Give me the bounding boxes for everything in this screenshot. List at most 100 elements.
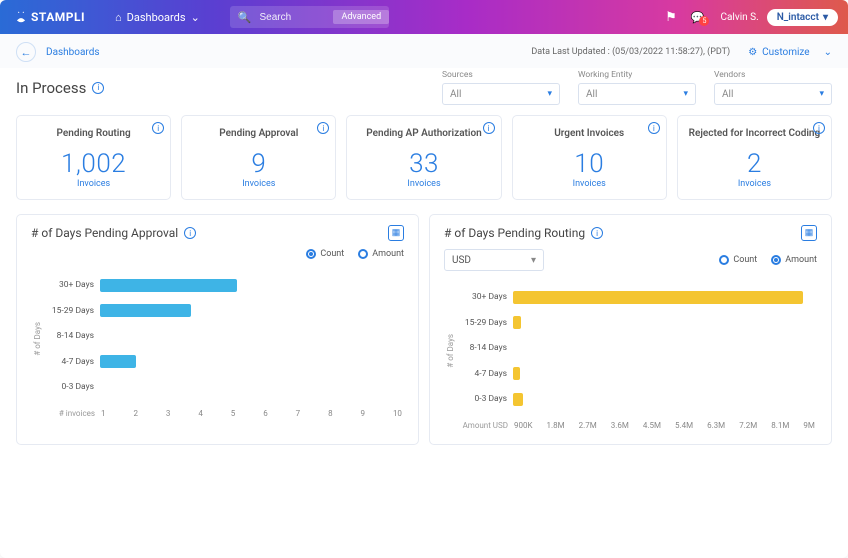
search-container: 🔍 Advanced (230, 6, 389, 28)
stat-card-value: 9 (190, 149, 327, 179)
chart-category-label: 15-29 Days (42, 306, 94, 316)
chart-bar-track (100, 279, 404, 292)
radio-count[interactable]: Count (306, 249, 344, 259)
chart-row: 4-7 Days (455, 364, 817, 384)
radio-icon (719, 255, 729, 265)
filter-sources-select[interactable]: All ▾ (442, 83, 560, 105)
chart-category-label: 4-7 Days (42, 357, 94, 367)
filter-vendors-select[interactable]: All ▾ (714, 83, 832, 105)
chart-bar[interactable] (513, 367, 520, 380)
message-badge: 5 (699, 16, 709, 26)
x-tick: 5.4M (675, 421, 693, 430)
chart-x-axis: Amount USD900K1.8M2.7M3.6M4.5M5.4M6.3M7.… (444, 421, 817, 430)
info-icon[interactable]: i (483, 122, 495, 134)
user-name[interactable]: Calvin S. (720, 12, 758, 23)
advanced-search-button[interactable]: Advanced (333, 10, 389, 24)
customize-label: Customize (762, 47, 809, 58)
radio-label: Count (733, 255, 757, 265)
filter-sources: Sources All ▾ (442, 70, 560, 105)
entity-name: N_intacct (777, 12, 819, 23)
chart-bar-track (100, 381, 404, 394)
chart-bar[interactable] (513, 316, 521, 329)
chart-row: 15-29 Days (42, 301, 404, 321)
x-tick: 9 (361, 409, 366, 418)
chart-bar-track (513, 291, 817, 304)
table-toggle-icon[interactable]: ▦ (388, 225, 404, 241)
chart-bar[interactable] (100, 355, 136, 368)
chart-row: 0-3 Days (455, 389, 817, 409)
table-toggle-icon[interactable]: ▦ (801, 225, 817, 241)
filter-sources-label: Sources (442, 70, 560, 80)
app-header: STAMPLI ⌂ Dashboards ⌄ 🔍 Advanced ⚑ 💬 5 … (0, 0, 848, 34)
info-icon[interactable]: i (152, 122, 164, 134)
filter-entity-label: Working Entity (578, 70, 696, 80)
chart-bar[interactable] (100, 279, 237, 292)
messages-button[interactable]: 💬 5 (691, 11, 705, 24)
chart-bar-track (100, 304, 404, 317)
x-tick: 2.7M (579, 421, 597, 430)
search-input[interactable] (259, 12, 329, 23)
chart-title: # of Days Pending Routing (444, 226, 585, 240)
info-icon[interactable]: i (648, 122, 660, 134)
currency-select[interactable]: USD▾ (444, 249, 544, 271)
chevron-down-icon: ▾ (531, 255, 536, 266)
breadcrumb[interactable]: Dashboards (46, 47, 100, 58)
chevron-down-icon[interactable]: ⌄ (824, 47, 832, 58)
chart-bar-track (513, 367, 817, 380)
stat-card[interactable]: iUrgent Invoices10Invoices (512, 115, 667, 200)
radio-count[interactable]: Count (719, 255, 757, 265)
x-tick: 4.5M (643, 421, 661, 430)
back-button[interactable]: ← (16, 42, 36, 62)
chart-row: 8-14 Days (455, 338, 817, 358)
stat-card-value: 2 (686, 149, 823, 179)
stat-card[interactable]: iPending Routing1,002Invoices (16, 115, 171, 200)
stat-card-title: Pending Approval (190, 128, 327, 139)
chart-x-axis: # invoices12345678910 (31, 409, 404, 418)
info-icon[interactable]: i (92, 82, 104, 94)
chart-plot: # of Days30+ Days15-29 Days8-14 Days4-7 … (444, 281, 817, 421)
info-icon[interactable]: i (813, 122, 825, 134)
info-icon[interactable]: i (317, 122, 329, 134)
chart-row: 4-7 Days (42, 352, 404, 372)
chart-panel: # of Days Pending Routing i ▦ USD▾ Count Amou… (429, 214, 832, 445)
chart-y-axis-label: # of Days (444, 334, 455, 368)
filter-vendors: Vendors All ▾ (714, 70, 832, 105)
stat-card[interactable]: iRejected for Incorrect Coding2Invoices (677, 115, 832, 200)
stat-card[interactable]: iPending Approval9Invoices (181, 115, 336, 200)
radio-amount[interactable]: Amount (771, 255, 817, 265)
info-icon[interactable]: i (591, 227, 603, 239)
search-icon: 🔍 (230, 11, 260, 24)
stat-card[interactable]: iPending AP Authorization33Invoices (346, 115, 501, 200)
chart-bar-track (513, 342, 817, 355)
last-updated-text: Data Last Updated : (05/03/2022 11:58:27… (531, 47, 730, 57)
chevron-down-icon: ▾ (547, 89, 552, 99)
info-icon[interactable]: i (184, 227, 196, 239)
customize-button[interactable]: ⚙ Customize (748, 47, 809, 58)
entity-dropdown[interactable]: N_intacct ▾ (767, 9, 838, 26)
chart-bar-track (100, 355, 404, 368)
flag-icon[interactable]: ⚑ (665, 10, 677, 25)
title-filter-row: In Process i Sources All ▾ Working Entit… (0, 68, 848, 115)
brand-logo[interactable]: STAMPLI (14, 10, 85, 24)
gear-icon: ⚙ (748, 47, 757, 58)
chart-bar[interactable] (513, 393, 523, 406)
x-tick: 5 (231, 409, 236, 418)
stat-card-value: 1,002 (25, 149, 162, 179)
radio-icon (306, 249, 316, 259)
chart-bar[interactable] (100, 304, 191, 317)
chart-mode-radios: USD▾ Count Amount (444, 249, 817, 271)
radio-amount[interactable]: Amount (358, 249, 404, 259)
x-tick: 900K (514, 421, 533, 430)
x-tick: 8.1M (771, 421, 789, 430)
x-tick: 2 (133, 409, 138, 418)
stat-card-value: 10 (521, 149, 658, 179)
chart-bar[interactable] (513, 291, 803, 304)
chart-x-axis-label: Amount USD (456, 421, 508, 430)
filter-entity-select[interactable]: All ▾ (578, 83, 696, 105)
brand-text: STAMPLI (31, 10, 85, 24)
chart-bar-track (513, 393, 817, 406)
radio-icon (771, 255, 781, 265)
x-tick: 7.2M (739, 421, 757, 430)
home-icon: ⌂ (115, 11, 122, 24)
nav-dashboards[interactable]: ⌂ Dashboards ⌄ (115, 11, 200, 24)
